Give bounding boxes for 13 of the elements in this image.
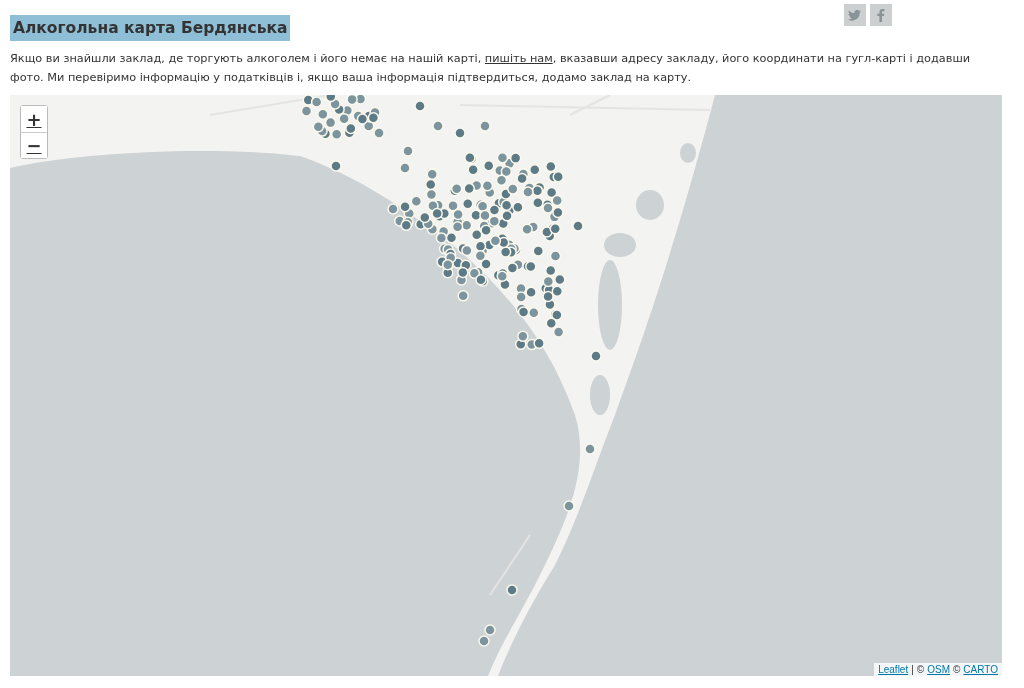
attribution-link[interactable]: CARTO	[963, 664, 998, 675]
page-title: Алкогольна карта Бердянська	[10, 15, 291, 41]
twitter-bird-icon[interactable]	[844, 4, 866, 26]
write-us-link[interactable]: пишіть нам	[484, 52, 553, 65]
attribution-link[interactable]: Leaflet	[878, 664, 909, 675]
attribution-text: |	[911, 664, 914, 675]
facebook-f-icon[interactable]	[870, 4, 892, 26]
attribution-text: ©	[953, 664, 961, 675]
intro-paragraph: Якщо ви знайшли заклад, де торгують алкоголем і його немає на нашій карті, пишіть нам, вказавши адресу закладу, його координати на гугл-карті і додавши фото. Ми перевіримо інформацію у податківців і, якщо ваша інформація підтвердиться, додамо заклад на карту.	[10, 51, 972, 86]
attribution-link[interactable]: OSM	[927, 664, 950, 675]
zoom-out-button[interactable]: −	[21, 132, 47, 158]
attribution-text: ©	[916, 664, 925, 675]
map-drawing[interactable]	[10, 95, 1002, 676]
